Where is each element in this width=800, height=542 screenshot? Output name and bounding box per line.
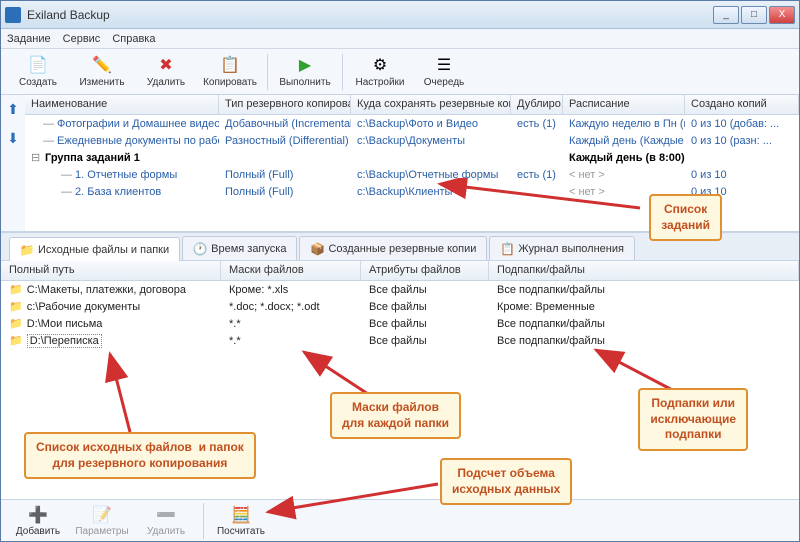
add-button[interactable]: ➕Добавить <box>7 502 69 540</box>
sources-header: Полный путь Маски файлов Атрибуты файлов… <box>1 261 799 281</box>
col-subfolders[interactable]: Подпапки/файлы <box>489 261 799 280</box>
move-up-icon[interactable]: ⬆ <box>7 101 19 118</box>
menubar: Задание Сервис Справка <box>1 29 799 49</box>
col-attrs[interactable]: Атрибуты файлов <box>361 261 489 280</box>
callout-source-list: Список исходных файлов и папок для резер… <box>24 432 256 479</box>
window-title: Exiland Backup <box>27 8 713 22</box>
settings-button[interactable]: ⚙Настройки <box>349 51 411 93</box>
copy-icon: 📋 <box>220 55 240 75</box>
close-button[interactable]: X <box>769 6 795 24</box>
move-down-icon[interactable]: ⬇ <box>7 130 19 147</box>
create-button[interactable]: 📄Создать <box>7 51 69 93</box>
menu-task[interactable]: Задание <box>7 33 51 45</box>
tab-created[interactable]: 📦Созданные резервные копии <box>299 236 487 260</box>
gear-icon: ⚙ <box>370 55 390 75</box>
app-icon <box>5 7 21 23</box>
add-icon: ➕ <box>28 505 48 525</box>
source-row[interactable]: 📁C:\Макеты, платежки, договораКроме: *.x… <box>1 281 799 298</box>
col-dest[interactable]: Куда сохранять резервные копии <box>351 95 511 114</box>
separator <box>342 54 343 90</box>
delete-button[interactable]: ✖Удалить <box>135 51 197 93</box>
task-grid-header: Наименование Тип резервного копирования … <box>25 95 799 115</box>
folder-icon: 📁 <box>20 243 34 257</box>
task-row[interactable]: —Фотографии и Домашнее видеоДобавочный (… <box>25 115 799 132</box>
run-icon: ▶ <box>295 55 315 75</box>
task-row[interactable]: ⊟Группа заданий 1Каждый день (в 8:00) <box>25 149 799 166</box>
remove-icon: ➖ <box>156 505 176 525</box>
queue-icon: ☰ <box>434 55 454 75</box>
calc-icon: 🧮 <box>231 505 251 525</box>
separator <box>267 54 268 90</box>
edit-icon: ✏️ <box>92 55 112 75</box>
titlebar: Exiland Backup _ □ X <box>1 1 799 29</box>
task-row[interactable]: —Ежедневные документы по работеРазностны… <box>25 132 799 149</box>
callout-calc: Подсчет объема исходных данных <box>440 458 572 505</box>
params-button[interactable]: 📝Параметры <box>71 502 133 540</box>
source-row[interactable]: 📁D:\Мои письма*.*Все файлыВсе подпапки/ф… <box>1 315 799 332</box>
task-grid-body: —Фотографии и Домашнее видеоДобавочный (… <box>25 115 799 200</box>
col-masks[interactable]: Маски файлов <box>221 261 361 280</box>
delete-icon: ✖ <box>156 55 176 75</box>
col-copies[interactable]: Создано копий <box>685 95 799 114</box>
tab-log[interactable]: 📋Журнал выполнения <box>489 236 635 260</box>
callout-masks: Маски файлов для каждой папки <box>330 392 461 439</box>
source-row[interactable]: 📁c:\Рабочие документы*.doc; *.docx; *.od… <box>1 298 799 315</box>
callout-task-list: Список заданий <box>649 194 722 241</box>
main-toolbar: 📄Создать ✏️Изменить ✖Удалить 📋Копировать… <box>1 49 799 95</box>
log-icon: 📋 <box>500 242 514 256</box>
params-icon: 📝 <box>92 505 112 525</box>
remove-button[interactable]: ➖Удалить <box>135 502 197 540</box>
clock-icon: 🕐 <box>193 242 207 256</box>
queue-button[interactable]: ☰Очередь <box>413 51 475 93</box>
menu-help[interactable]: Справка <box>112 33 155 45</box>
maximize-button[interactable]: □ <box>741 6 767 24</box>
col-sched[interactable]: Расписание <box>563 95 685 114</box>
menu-service[interactable]: Сервис <box>63 33 101 45</box>
tab-sources[interactable]: 📁Исходные файлы и папки <box>9 237 180 261</box>
run-button[interactable]: ▶Выполнить <box>274 51 336 93</box>
separator <box>203 503 204 539</box>
col-type[interactable]: Тип резервного копирования <box>219 95 351 114</box>
copy-button[interactable]: 📋Копировать <box>199 51 261 93</box>
minimize-button[interactable]: _ <box>713 6 739 24</box>
sources-body: 📁C:\Макеты, платежки, договораКроме: *.x… <box>1 281 799 349</box>
callout-subfolders: Подпапки или исключающие подпапки <box>638 388 748 451</box>
archive-icon: 📦 <box>310 242 324 256</box>
edit-button[interactable]: ✏️Изменить <box>71 51 133 93</box>
task-row[interactable]: —1. Отчетные формыПолный (Full)c:\Backup… <box>25 166 799 183</box>
reorder-arrows: ⬆ ⬇ <box>1 95 25 231</box>
col-path[interactable]: Полный путь <box>1 261 221 280</box>
col-name[interactable]: Наименование <box>25 95 219 114</box>
tab-time[interactable]: 🕐Время запуска <box>182 236 297 260</box>
new-icon: 📄 <box>28 55 48 75</box>
col-dup[interactable]: Дублиро... <box>511 95 563 114</box>
